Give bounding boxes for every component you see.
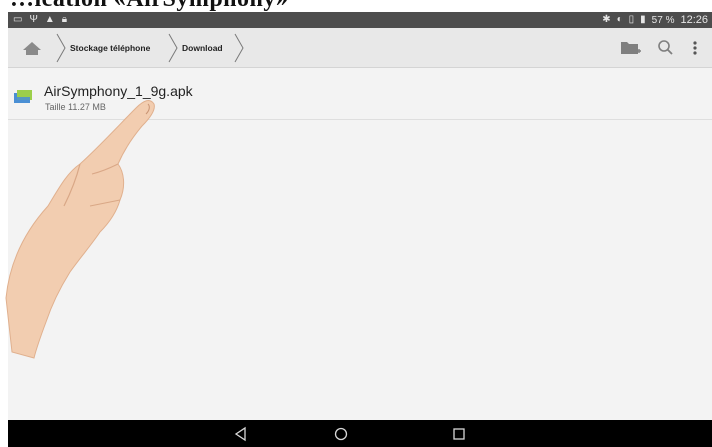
chevron-right-icon [56, 33, 66, 63]
usb-icon: Ψ [29, 14, 38, 25]
breadcrumb-item-download[interactable]: Download [168, 32, 225, 64]
recent-apps-button[interactable] [451, 426, 467, 442]
home-circle-icon [334, 427, 348, 441]
warning-icon: ▲ [44, 14, 55, 25]
new-folder-icon [621, 42, 641, 54]
chevron-right-icon [168, 33, 178, 63]
sync-icon: ◐ [616, 14, 623, 25]
recent-apps-icon [453, 428, 465, 440]
breadcrumb-item-storage[interactable]: Stockage téléphone [56, 32, 152, 64]
home-nav-button[interactable] [333, 426, 349, 442]
screen-icon: ▭ [13, 14, 23, 25]
lock-icon: 🔒︎ [61, 14, 68, 25]
search-icon [658, 40, 673, 55]
new-folder-button[interactable] [620, 38, 642, 58]
breadcrumb-label: Download [182, 43, 223, 53]
battery-percent: 57 % [651, 14, 675, 26]
bluetooth-icon: ✱ [602, 14, 611, 25]
overflow-menu-icon [693, 41, 697, 55]
caption-text: …ication «AirSymphony» [10, 0, 288, 12]
home-button[interactable] [22, 40, 42, 56]
pointing-hand-image [5, 100, 155, 359]
home-icon [23, 42, 41, 55]
back-icon [234, 426, 246, 442]
signal-icon: ▯ [628, 14, 635, 25]
back-button[interactable] [233, 426, 249, 442]
clock: 12:26 [680, 14, 708, 26]
status-bar: ▭ Ψ ▲ 🔒︎ ✱ ◐ ▯ ▮ 57 % 12:26 [8, 12, 712, 28]
breadcrumb-label: Stockage téléphone [70, 43, 151, 53]
navigation-bar [8, 420, 712, 447]
cropped-caption: …ication «AirSymphony» [0, 0, 712, 12]
overflow-menu-button[interactable] [688, 38, 702, 58]
search-button[interactable] [655, 38, 677, 58]
action-bar: Stockage téléphone Download [8, 28, 712, 68]
chevron-right-icon [234, 33, 244, 63]
battery-icon: ▮ [640, 14, 646, 25]
